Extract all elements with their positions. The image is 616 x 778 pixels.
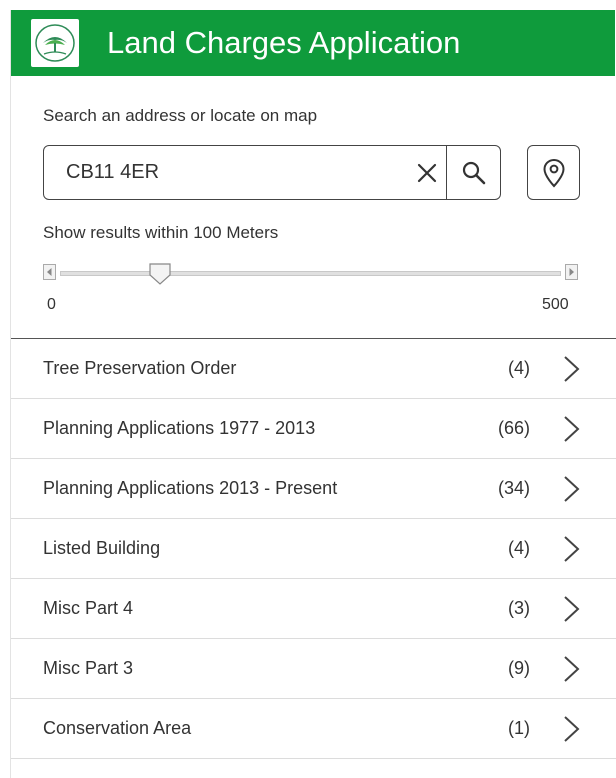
layer-list-item[interactable]: Listed Building (4) bbox=[11, 519, 616, 579]
slider-thumb[interactable] bbox=[148, 262, 172, 286]
layer-result-count: (3) bbox=[508, 598, 530, 618]
layer-name: Listed Building bbox=[43, 538, 161, 558]
slider-min-label: 0 bbox=[47, 296, 56, 313]
slider-increase-button[interactable] bbox=[565, 264, 578, 280]
chevron-right-icon bbox=[564, 596, 580, 622]
layer-result-count: (1) bbox=[508, 718, 530, 738]
layer-name: Misc Part 3 bbox=[43, 658, 134, 678]
slider-handle-icon bbox=[149, 263, 171, 285]
layer-list-item[interactable]: Tree Preservation Order (4) bbox=[11, 339, 616, 399]
triangle-right-icon bbox=[569, 268, 574, 276]
layer-name: Misc Part 4 bbox=[43, 598, 134, 618]
search-button[interactable] bbox=[446, 146, 501, 199]
layer-result-count: (4) bbox=[508, 538, 530, 558]
search-box bbox=[43, 145, 501, 200]
layer-results-list: Tree Preservation Order (4) Planning App… bbox=[11, 338, 616, 759]
chevron-right-icon bbox=[564, 656, 580, 682]
radius-slider[interactable] bbox=[43, 262, 578, 286]
layer-name: Tree Preservation Order bbox=[43, 358, 237, 378]
council-logo bbox=[31, 19, 79, 67]
land-charges-panel: Land Charges Application Search an addre… bbox=[10, 10, 616, 778]
layer-list-item[interactable]: Planning Applications 2013 - Present (34… bbox=[11, 459, 616, 519]
layer-result-count: (4) bbox=[508, 358, 530, 378]
layer-name: Planning Applications 2013 - Present bbox=[43, 478, 338, 498]
clear-search-button[interactable] bbox=[408, 146, 446, 199]
location-pin-icon bbox=[542, 158, 565, 187]
slider-max-label: 500 bbox=[542, 296, 569, 313]
layer-list-item[interactable]: Misc Part 4 (3) bbox=[11, 579, 616, 639]
search-input[interactable] bbox=[64, 151, 398, 194]
layer-result-count: (9) bbox=[508, 658, 530, 678]
layer-name: Planning Applications 1977 - 2013 bbox=[43, 418, 316, 438]
layer-list-item[interactable]: Misc Part 3 (9) bbox=[11, 639, 616, 699]
chevron-right-icon bbox=[564, 536, 580, 562]
slider-decrease-button[interactable] bbox=[43, 264, 56, 280]
layer-result-count: (34) bbox=[497, 478, 530, 498]
close-icon bbox=[417, 163, 437, 182]
radius-label: Show results within 100 Meters bbox=[43, 223, 279, 242]
tree-logo-icon bbox=[35, 24, 75, 62]
locate-on-map-button[interactable] bbox=[527, 145, 580, 200]
app-header: Land Charges Application bbox=[11, 10, 615, 76]
chevron-right-icon bbox=[564, 476, 580, 502]
chevron-right-icon bbox=[564, 416, 580, 442]
layer-list-item[interactable]: Planning Applications 1977 - 2013 (66) bbox=[11, 399, 616, 459]
triangle-left-icon bbox=[47, 268, 52, 276]
layer-list-item[interactable]: Conservation Area (1) bbox=[11, 699, 616, 759]
chevron-right-icon bbox=[564, 356, 580, 382]
slider-track[interactable] bbox=[60, 271, 561, 276]
layer-name: Conservation Area bbox=[43, 718, 192, 738]
app-title: Land Charges Application bbox=[107, 25, 461, 60]
search-icon bbox=[462, 161, 486, 184]
search-label: Search an address or locate on map bbox=[43, 106, 318, 125]
chevron-right-icon bbox=[564, 716, 580, 742]
layer-result-count: (66) bbox=[497, 418, 530, 438]
